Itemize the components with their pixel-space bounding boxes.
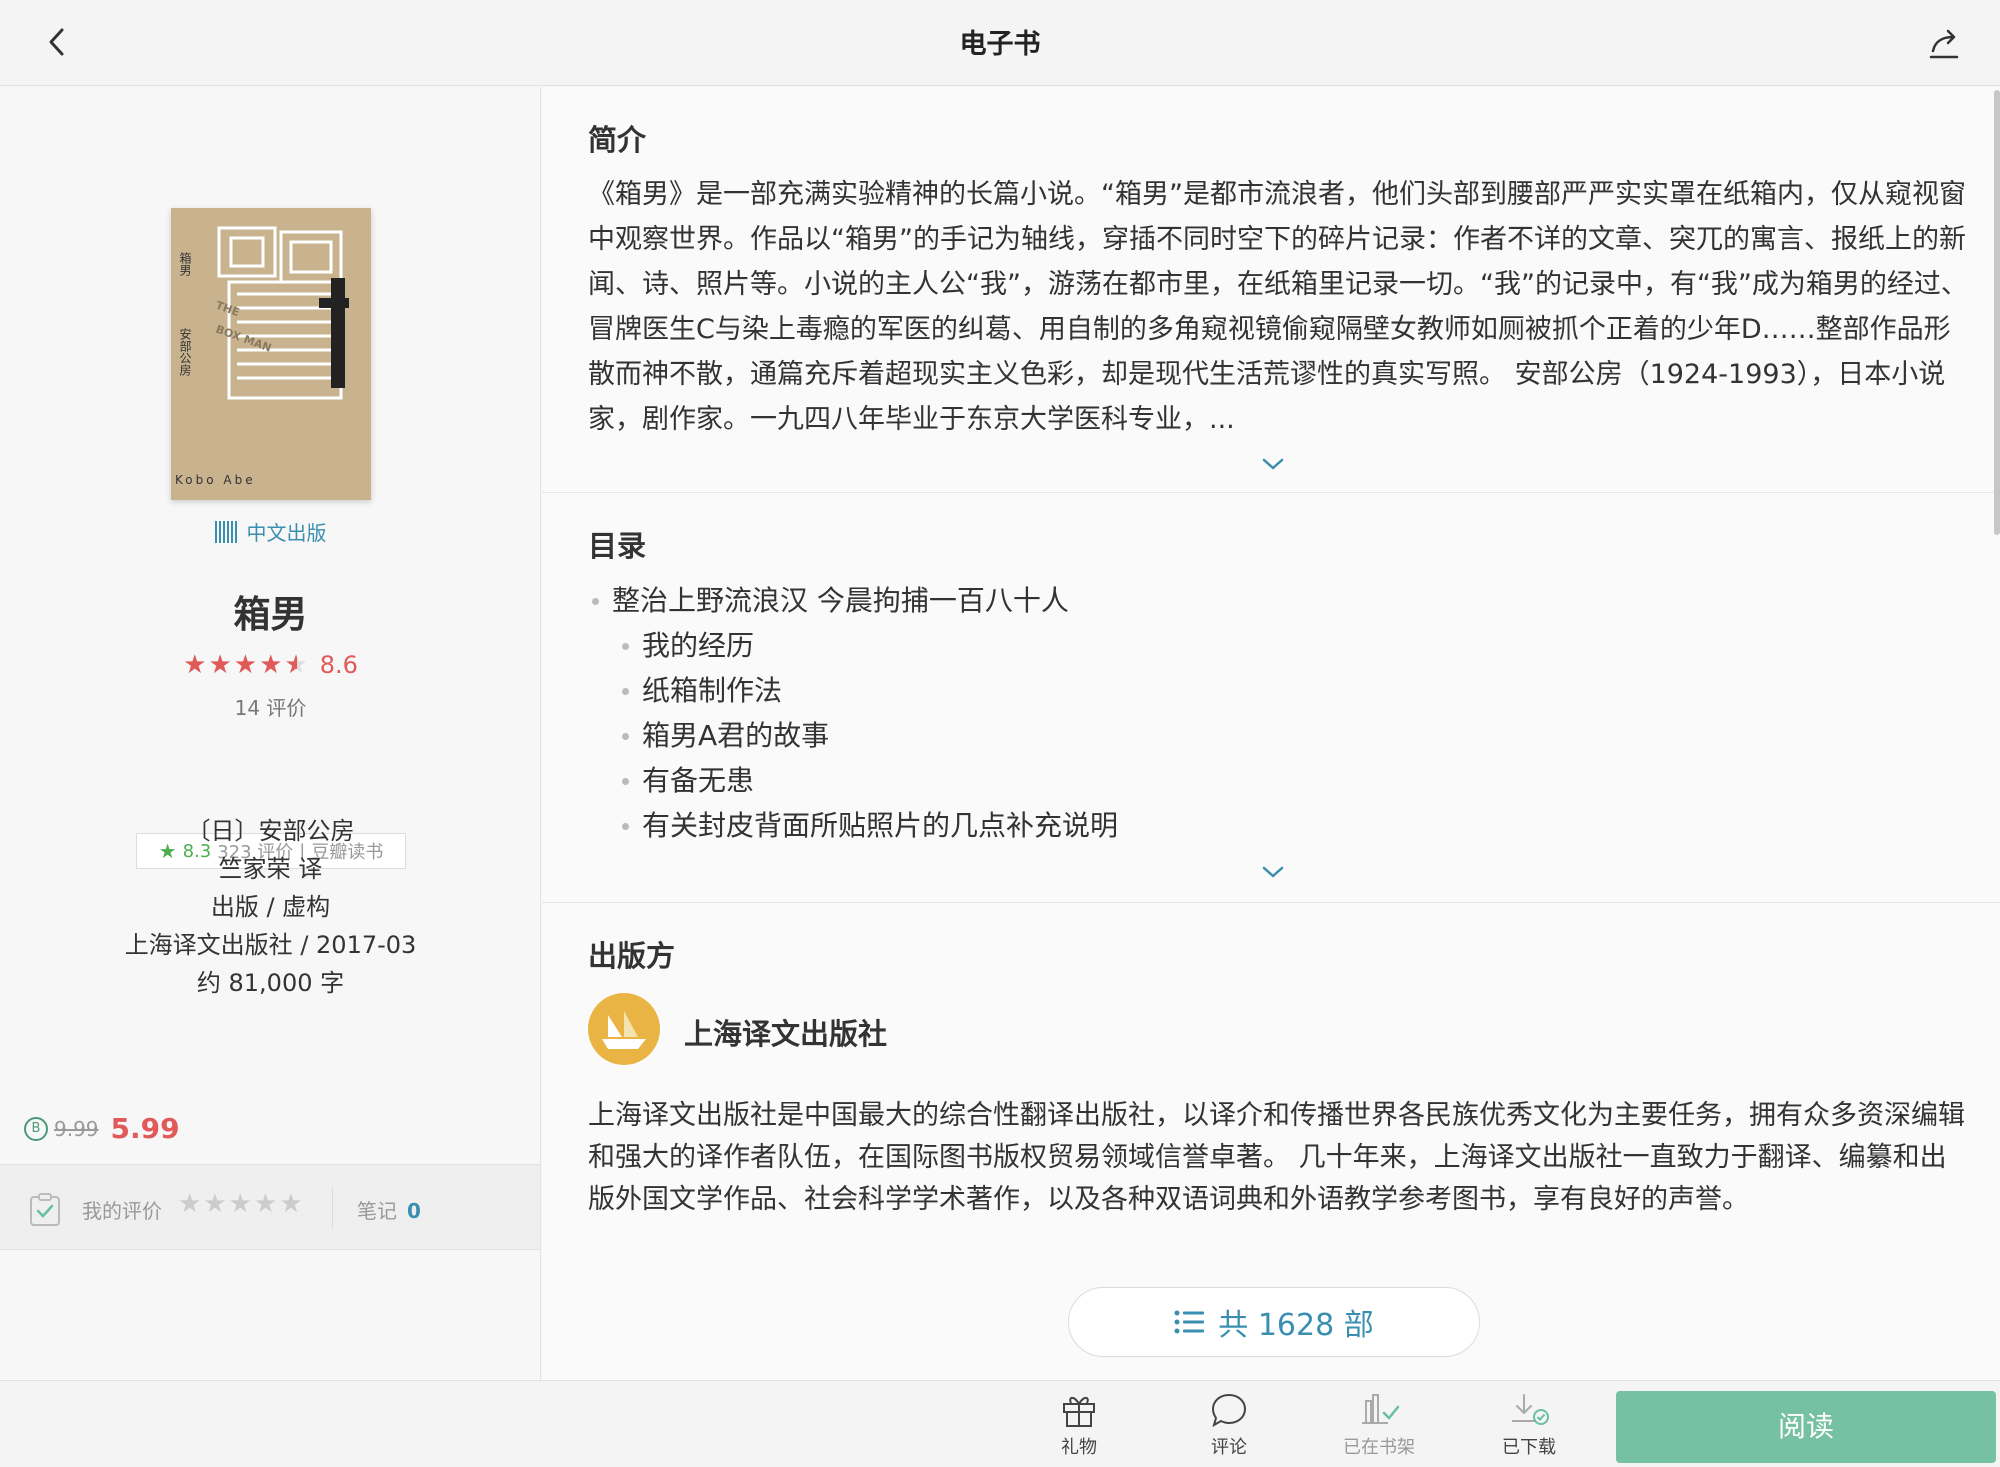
my-rating-label: 我的评价 bbox=[82, 1199, 162, 1223]
bottom-toolbar: 礼物 评论 已在书架 已下载 阅读 bbox=[0, 1380, 2000, 1467]
publisher-heading: 出版方 bbox=[588, 939, 676, 973]
barcode-icon bbox=[214, 521, 239, 543]
share-icon bbox=[1929, 29, 1959, 59]
comment-icon bbox=[1211, 1393, 1247, 1428]
toc-item[interactable]: 有备无患 bbox=[618, 758, 1118, 803]
toc-section: 目录 整治上野流浪汉 今晨拘捕一百八十人 我的经历 纸箱制作法 箱男A君的故事 … bbox=[542, 493, 2000, 903]
publisher-books-button[interactable]: 共 1628 部 bbox=[1068, 1287, 1480, 1357]
toc-item[interactable]: 有关封皮背面所贴照片的几点补充说明 bbox=[618, 803, 1118, 848]
notes-count: 0 bbox=[407, 1199, 421, 1223]
chevron-down-icon[interactable] bbox=[1260, 455, 1286, 473]
download-check-icon bbox=[1512, 1394, 1549, 1425]
share-button[interactable] bbox=[1922, 22, 1966, 66]
book-publisher-date: 上海译文出版社 / 2017-03 bbox=[124, 931, 417, 959]
list-icon bbox=[1174, 1310, 1205, 1334]
publisher-name[interactable]: 上海译文出版社 bbox=[684, 1011, 887, 1053]
book-category[interactable]: 出版 / 虚构 bbox=[0, 887, 541, 922]
clipboard-check-icon bbox=[30, 1193, 60, 1226]
chevron-down-icon[interactable] bbox=[1260, 863, 1286, 881]
book-title: 箱男 bbox=[233, 593, 308, 636]
book-price: B 9.99 5.99 bbox=[24, 1112, 180, 1145]
notes-link[interactable]: 笔记 0 bbox=[357, 1195, 421, 1224]
original-price: 9.99 bbox=[54, 1116, 99, 1141]
cover-romaji: Kobo Abe bbox=[175, 473, 256, 487]
gift-button[interactable]: 礼物 bbox=[1024, 1391, 1134, 1465]
top-bar: 电子书 bbox=[0, 0, 2000, 86]
book-cover[interactable]: 箱男 安部公房 THE BOX MAN Kobo Abe bbox=[171, 208, 371, 500]
intro-text: 《箱男》是一部充满实验精神的长篇小说。“箱男”是都市流浪者，他们头部到腰部严严实… bbox=[588, 179, 1968, 435]
toc-item[interactable]: 纸箱制作法 bbox=[618, 668, 1118, 713]
sale-price: 5.99 bbox=[110, 1112, 180, 1145]
book-author[interactable]: 〔日〕安部公房 bbox=[0, 811, 541, 846]
cover-art: 箱男 安部公房 THE BOX MAN Kobo Abe bbox=[171, 208, 371, 500]
cover-vertical-author: 安部公房 bbox=[178, 327, 192, 376]
page-title: 电子书 bbox=[959, 29, 1041, 60]
edition-label[interactable]: 中文出版 bbox=[0, 517, 541, 546]
read-button[interactable]: 阅读 bbox=[1616, 1391, 1996, 1463]
download-button[interactable]: 已下载 bbox=[1474, 1391, 1584, 1465]
boat-icon bbox=[602, 1011, 646, 1049]
divider bbox=[332, 1187, 333, 1229]
scrollbar[interactable] bbox=[1994, 90, 2000, 535]
comment-button[interactable]: 评论 bbox=[1174, 1391, 1284, 1465]
toc-item[interactable]: 我的经历 bbox=[618, 623, 1118, 668]
publisher-description: 上海译文出版社是中国最大的综合性翻译出版社，以译介和传播世界各民族优秀文化为主要… bbox=[588, 1100, 1965, 1215]
toc-heading: 目录 bbox=[588, 529, 647, 563]
my-rating-stars[interactable]: ★★★★★ bbox=[178, 1189, 305, 1219]
gift-icon bbox=[1063, 1396, 1095, 1427]
toc-item[interactable]: 箱男A君的故事 bbox=[618, 713, 1118, 758]
my-rating-bar: 我的评价 ★★★★★ 笔记 0 bbox=[0, 1164, 540, 1250]
publisher-logo[interactable] bbox=[588, 993, 660, 1065]
book-rating: ★★★★★ 8.6 bbox=[0, 650, 541, 680]
book-detail-content[interactable]: 简介 《箱男》是一部充满实验精神的长篇小说。“箱男”是都市流浪者，他们头部到腰部… bbox=[542, 87, 2000, 1380]
toc-list: 整治上野流浪汉 今晨拘捕一百八十人 我的经历 纸箱制作法 箱男A君的故事 有备无… bbox=[588, 578, 1118, 848]
book-translator[interactable]: 竺家荣 译 bbox=[0, 849, 541, 884]
rating-count[interactable]: 14 评价 bbox=[0, 692, 541, 721]
book-word-count: 约 81,000 字 bbox=[196, 969, 345, 997]
rating-score: 8.6 bbox=[319, 651, 358, 679]
cover-vertical-title: 箱男 bbox=[178, 251, 192, 276]
toc-item[interactable]: 整治上野流浪汉 今晨拘捕一百八十人 bbox=[588, 578, 1118, 623]
bookshelf-check-icon bbox=[1362, 1394, 1400, 1424]
intro-section: 简介 《箱男》是一部充满实验精神的长篇小说。“箱男”是都市流浪者，他们头部到腰部… bbox=[542, 87, 2000, 493]
coin-icon: B bbox=[24, 1116, 48, 1141]
shelf-button[interactable]: 已在书架 bbox=[1324, 1391, 1434, 1465]
rating-stars-icon: ★★★★★ bbox=[183, 650, 310, 680]
intro-heading: 简介 bbox=[588, 123, 647, 157]
book-info-panel: 箱男 安部公房 THE BOX MAN Kobo Abe 中文出版 箱男 ★★★… bbox=[0, 87, 541, 1380]
